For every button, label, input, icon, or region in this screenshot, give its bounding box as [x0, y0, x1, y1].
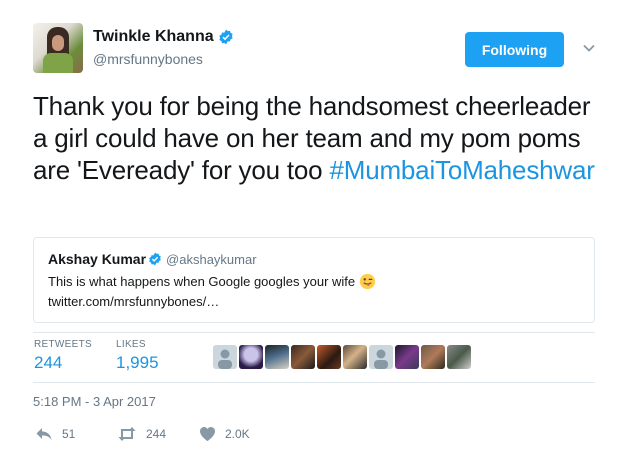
- reply-count: 51: [62, 427, 76, 441]
- liker-avatar[interactable]: [343, 345, 367, 369]
- author-avatar[interactable]: [33, 23, 83, 73]
- tweet-timestamp[interactable]: 5:18 PM - 3 Apr 2017: [33, 394, 156, 409]
- stats-bottom-divider: [33, 382, 595, 383]
- liker-avatar[interactable]: [395, 345, 419, 369]
- retweet-action[interactable]: 244: [117, 426, 166, 442]
- quoted-author-row: Akshay Kumar @akshaykumar: [48, 251, 257, 267]
- avatar-face-shape: [52, 35, 64, 51]
- quoted-tweet-text: This is what happens when Google googles…: [48, 273, 376, 290]
- verified-badge-icon: [149, 252, 161, 266]
- quoted-tweet-body: This is what happens when Google googles…: [48, 274, 356, 289]
- stats-top-divider: [33, 332, 595, 333]
- chevron-down-icon[interactable]: [582, 41, 596, 55]
- author-name[interactable]: Twinkle Khanna: [93, 28, 214, 46]
- liker-avatar[interactable]: [291, 345, 315, 369]
- liker-avatar[interactable]: [239, 345, 263, 369]
- avatar-dress-shape: [43, 53, 73, 73]
- author-name-row: Twinkle Khanna: [93, 28, 234, 46]
- winking-tongue-emoji-icon: [359, 273, 376, 290]
- retweet-icon: [118, 427, 136, 441]
- heart-icon: [200, 427, 215, 441]
- following-button[interactable]: Following: [465, 32, 564, 67]
- reply-action[interactable]: 51: [35, 426, 75, 442]
- quoted-author-handle: @akshaykumar: [166, 251, 257, 267]
- like-count: 2.0K: [225, 427, 250, 441]
- reply-icon: [36, 428, 52, 440]
- likes-label: LIKES: [116, 339, 146, 350]
- hashtag-link[interactable]: #MumbaiToMaheshwar: [329, 155, 594, 185]
- like-action[interactable]: 2.0K: [199, 426, 250, 442]
- liker-avatar[interactable]: [265, 345, 289, 369]
- liker-avatar[interactable]: [317, 345, 341, 369]
- likes-count[interactable]: 1,995: [116, 353, 159, 373]
- liker-avatar[interactable]: [447, 345, 471, 369]
- retweet-count: 244: [146, 427, 167, 441]
- liker-avatar[interactable]: [369, 345, 393, 369]
- quoted-author-name: Akshay Kumar: [48, 251, 147, 267]
- author-handle[interactable]: @mrsfunnybones: [93, 51, 203, 67]
- quoted-tweet-link[interactable]: twitter.com/mrsfunnybones/…: [48, 294, 219, 309]
- likers-avatar-row: [213, 345, 473, 369]
- default-user-icon: [218, 349, 232, 369]
- verified-badge-icon: [219, 29, 233, 45]
- retweets-label: RETWEETS: [34, 339, 92, 350]
- liker-avatar[interactable]: [213, 345, 237, 369]
- retweets-count[interactable]: 244: [34, 353, 62, 373]
- tweet-text: Thank you for being the handsomest cheer…: [33, 90, 603, 186]
- liker-avatar[interactable]: [421, 345, 445, 369]
- quoted-tweet-card[interactable]: Akshay Kumar @akshaykumar This is what h…: [33, 237, 595, 323]
- default-user-icon: [374, 349, 388, 369]
